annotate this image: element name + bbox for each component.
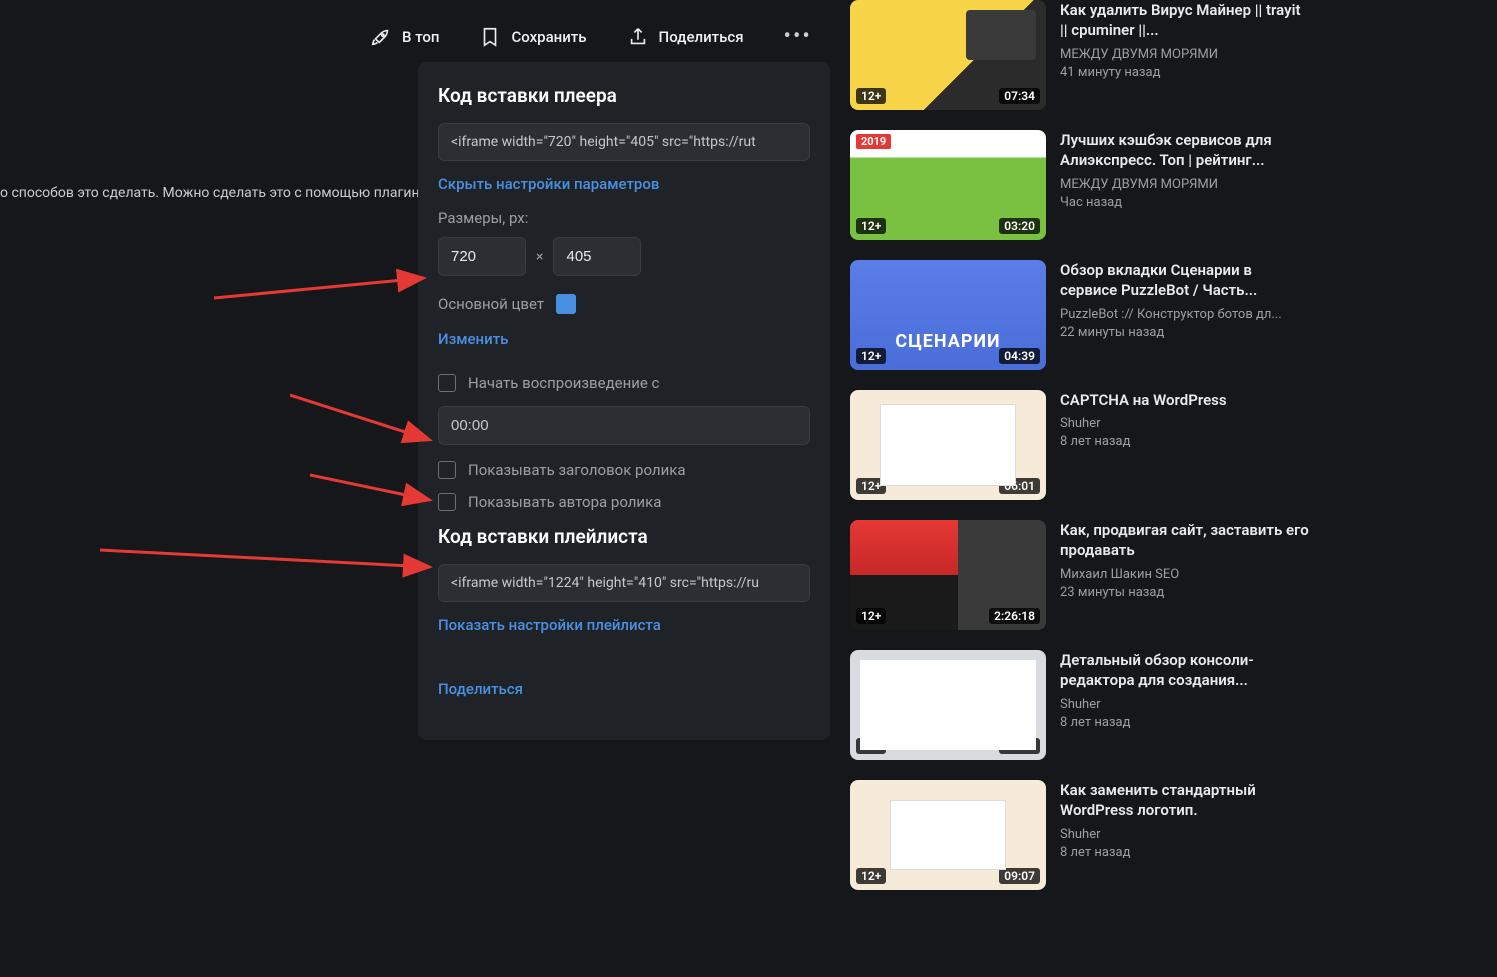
video-author[interactable]: Shuher	[1060, 416, 1310, 431]
age-badge: 12+	[856, 348, 886, 364]
video-author[interactable]: Михаил Шакин SEO	[1060, 567, 1310, 582]
share-button[interactable]: Поделиться	[627, 26, 744, 48]
age-badge: 12+	[856, 88, 886, 104]
start-from-row[interactable]: Начать воспроизведение с	[438, 374, 810, 392]
age-badge: 12+	[856, 218, 886, 234]
age-badge: 12+	[856, 868, 886, 884]
video-thumbnail[interactable]: 12+ 03:20	[850, 130, 1046, 240]
age-badge: 12+	[856, 478, 886, 494]
video-item[interactable]: СЦЕНАРИИ 12+ 04:39 Обзор вкладки Сценари…	[850, 260, 1310, 370]
age-badge: 12+	[856, 738, 886, 754]
video-thumbnail[interactable]: 12+ 2:26:18	[850, 520, 1046, 630]
primary-color-row: Основной цвет	[438, 294, 810, 314]
video-thumbnail[interactable]: 12+ 06:01	[850, 390, 1046, 500]
duration-badge: 03:20	[999, 218, 1040, 234]
video-title[interactable]: Обзор вкладки Сценарии в сервисе PuzzleB…	[1060, 260, 1310, 301]
rocket-icon	[370, 26, 392, 48]
show-author-label: Показывать автора ролика	[468, 493, 661, 511]
video-thumbnail[interactable]: 12+ 19:37	[850, 650, 1046, 760]
age-badge: 12+	[856, 608, 886, 624]
to-top-label: В топ	[402, 28, 439, 46]
show-playlist-settings-link[interactable]: Показать настройки плейлиста	[438, 616, 661, 634]
recommended-sidebar: 12+ 07:34 Как удалить Вирус Майнер || tr…	[850, 0, 1310, 910]
save-label: Сохранить	[511, 28, 586, 46]
video-meta: Как заменить стандартный WordPress логот…	[1060, 780, 1310, 890]
video-author[interactable]: МЕЖДУ ДВУМЯ МОРЯМИ	[1060, 177, 1310, 192]
popover-share-link[interactable]: Поделиться	[438, 680, 523, 698]
start-from-label: Начать воспроизведение с	[468, 374, 659, 392]
action-bar: В топ Сохранить Поделиться •••	[370, 24, 812, 49]
video-meta: Как, продвигая сайт, заставить его прода…	[1060, 520, 1310, 630]
playlist-embed-heading: Код вставки плейлиста	[438, 525, 810, 548]
share-icon	[627, 26, 649, 48]
video-title[interactable]: CAPTCHA на WordPress	[1060, 390, 1310, 410]
video-posted: 8 лет назад	[1060, 434, 1310, 449]
hide-settings-link[interactable]: Скрыть настройки параметров	[438, 175, 659, 193]
video-meta: Как удалить Вирус Майнер || trayit || cp…	[1060, 0, 1310, 110]
video-meta: Лучших кэшбэк сервисов для Алиэкспресс. …	[1060, 130, 1310, 240]
start-time-input[interactable]	[438, 406, 810, 445]
video-thumbnail[interactable]: СЦЕНАРИИ 12+ 04:39	[850, 260, 1046, 370]
height-input[interactable]	[553, 237, 641, 276]
duration-badge: 2:26:18	[989, 608, 1040, 624]
video-thumbnail[interactable]: 12+ 07:34	[850, 0, 1046, 110]
sizes-label: Размеры, px:	[438, 209, 810, 227]
show-title-label: Показывать заголовок ролика	[468, 461, 686, 479]
video-title[interactable]: Как, продвигая сайт, заставить его прода…	[1060, 520, 1310, 561]
video-posted: 8 лет назад	[1060, 715, 1310, 730]
video-title[interactable]: Как удалить Вирус Майнер || trayit || cp…	[1060, 0, 1310, 41]
video-author[interactable]: МЕЖДУ ДВУМЯ МОРЯМИ	[1060, 47, 1310, 62]
width-input[interactable]	[438, 237, 526, 276]
duration-badge: 07:34	[999, 88, 1040, 104]
video-item[interactable]: 12+ 07:34 Как удалить Вирус Майнер || tr…	[850, 0, 1310, 110]
show-title-checkbox[interactable]	[438, 461, 456, 479]
video-title[interactable]: Лучших кэшбэк сервисов для Алиэкспресс. …	[1060, 130, 1310, 171]
video-posted: 23 минуты назад	[1060, 585, 1310, 600]
video-author[interactable]: Shuher	[1060, 827, 1310, 842]
change-color-link[interactable]: Изменить	[438, 330, 508, 348]
video-meta: Обзор вкладки Сценарии в сервисе PuzzleB…	[1060, 260, 1310, 370]
duration-badge: 19:37	[999, 738, 1040, 754]
show-author-row[interactable]: Показывать автора ролика	[438, 493, 810, 511]
annotation-arrow-1	[214, 268, 434, 308]
embed-popover: Код вставки плеера <iframe width="720" h…	[418, 62, 830, 740]
description-fragment: о способов это сделать. Можно сделать эт…	[0, 185, 420, 201]
size-separator: ×	[536, 249, 543, 265]
video-posted: 41 минуту назад	[1060, 65, 1310, 80]
video-item[interactable]: 12+ 09:07 Как заменить стандартный WordP…	[850, 780, 1310, 890]
duration-badge: 09:07	[999, 868, 1040, 884]
video-author[interactable]: Shuher	[1060, 697, 1310, 712]
video-title[interactable]: Как заменить стандартный WordPress логот…	[1060, 780, 1310, 821]
video-posted: 22 минуты назад	[1060, 325, 1310, 340]
video-meta: Детальный обзор консоли-редактора для со…	[1060, 650, 1310, 760]
video-item[interactable]: 12+ 2:26:18 Как, продвигая сайт, застави…	[850, 520, 1310, 630]
share-label: Поделиться	[659, 28, 744, 46]
bookmark-icon	[479, 26, 501, 48]
duration-badge: 04:39	[999, 348, 1040, 364]
primary-color-label: Основной цвет	[438, 295, 544, 313]
more-button[interactable]: •••	[784, 24, 812, 49]
size-row: ×	[438, 237, 810, 276]
color-swatch[interactable]	[556, 294, 576, 314]
video-posted: 8 лет назад	[1060, 845, 1310, 860]
start-from-checkbox[interactable]	[438, 374, 456, 392]
video-thumbnail[interactable]: 12+ 09:07	[850, 780, 1046, 890]
player-embed-code[interactable]: <iframe width="720" height="405" src="ht…	[438, 123, 810, 161]
video-posted: Час назад	[1060, 195, 1310, 210]
video-item[interactable]: 12+ 06:01 CAPTCHA на WordPress Shuher 8 …	[850, 390, 1310, 500]
video-item[interactable]: 12+ 19:37 Детальный обзор консоли-редакт…	[850, 650, 1310, 760]
video-author[interactable]: PuzzleBot :// Конструктор ботов дл...	[1060, 307, 1310, 322]
show-author-checkbox[interactable]	[438, 493, 456, 511]
to-top-button[interactable]: В топ	[370, 26, 439, 48]
save-button[interactable]: Сохранить	[479, 26, 586, 48]
playlist-embed-code[interactable]: <iframe width="1224" height="410" src="h…	[438, 564, 810, 602]
video-meta: CAPTCHA на WordPress Shuher 8 лет назад	[1060, 390, 1310, 500]
video-item[interactable]: 12+ 03:20 Лучших кэшбэк сервисов для Али…	[850, 130, 1310, 240]
annotation-arrow-4	[100, 545, 440, 585]
video-title[interactable]: Детальный обзор консоли-редактора для со…	[1060, 650, 1310, 691]
player-embed-heading: Код вставки плеера	[438, 84, 810, 107]
show-title-row[interactable]: Показывать заголовок ролика	[438, 461, 810, 479]
duration-badge: 06:01	[999, 478, 1040, 494]
